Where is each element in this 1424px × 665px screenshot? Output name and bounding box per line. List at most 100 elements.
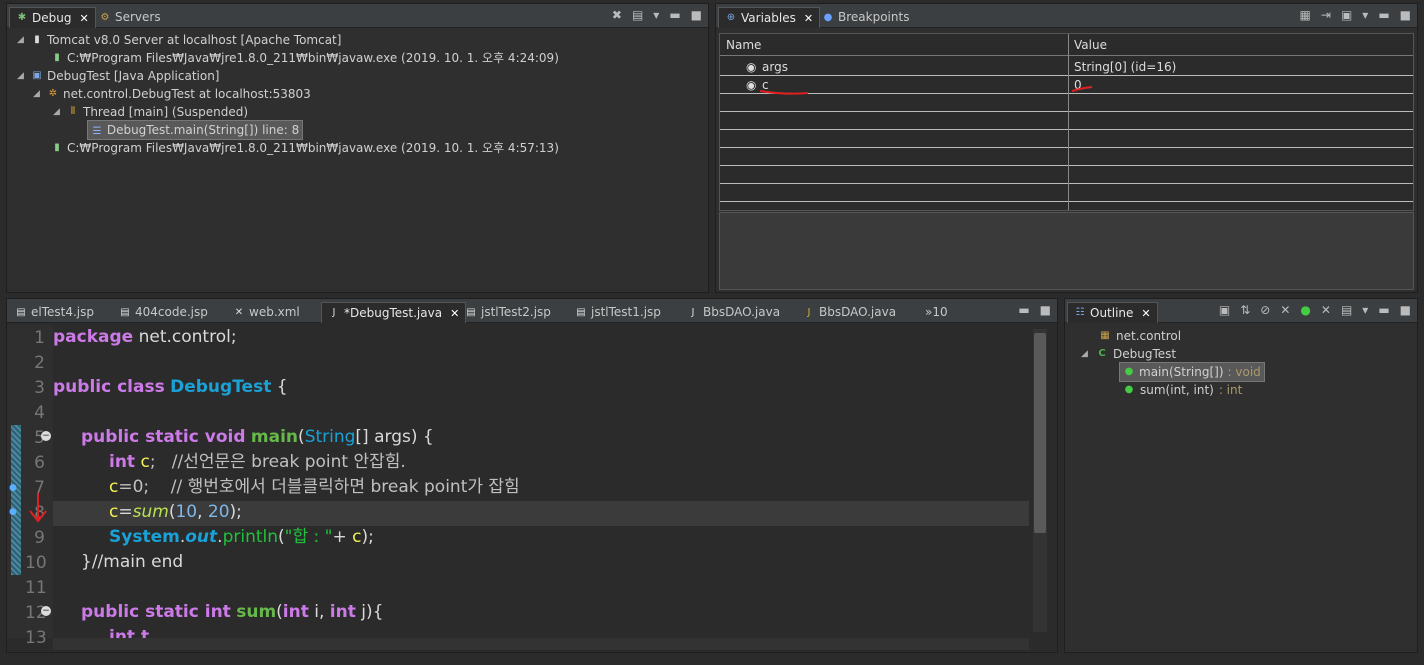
maximize-icon[interactable]: ■ <box>1400 8 1411 22</box>
chevron-down-icon[interactable]: ▾ <box>1362 8 1368 22</box>
tree-item-tomcat[interactable]: ◢ ▮ Tomcat v8.0 Server at localhost [Apa… <box>17 31 341 49</box>
public-static-method-icon: ● <box>1124 384 1134 395</box>
tab-jstltest2[interactable]: ▤ jstlTest2.jsp <box>459 302 557 323</box>
remove-terminated-icon[interactable]: ✖ <box>612 8 622 22</box>
show-types-icon[interactable]: ▦ <box>1300 8 1311 22</box>
hide-static-icon[interactable]: ✕ <box>1280 303 1290 317</box>
tab-debug[interactable]: ✱ Debug ✕ <box>9 7 96 28</box>
vertical-scrollbar[interactable] <box>1033 329 1047 632</box>
layout-icon[interactable]: ▣ <box>1341 8 1352 22</box>
keyword: public class <box>53 377 165 397</box>
maximize-icon[interactable]: ■ <box>1400 303 1411 317</box>
collapse-icon[interactable]: ◢ <box>33 85 43 103</box>
tab-bbsdao[interactable]: J BbsDAO.java <box>681 302 786 323</box>
outline-panel: ☷ Outline ✕ ▣ ⇅ ⊘ ✕ ● ✕ ▤ ▾ ▬ ■ ▦ net.co… <box>1064 298 1418 653</box>
tab-servers[interactable]: ⚙ Servers <box>93 7 167 28</box>
tab-jstltest1[interactable]: ▤ jstlTest1.jsp <box>569 302 667 323</box>
close-icon[interactable]: ✕ <box>1141 304 1150 323</box>
collapse-icon[interactable]: ◢ <box>53 103 63 121</box>
stackframe-selected[interactable]: ☰ DebugTest.main(String[]) line: 8 <box>87 120 304 140</box>
minimize-icon[interactable]: ▬ <box>669 8 680 22</box>
tree-item-debugtest[interactable]: ◢ ▣ DebugTest [Java Application] <box>17 67 219 85</box>
tab-debugtest[interactable]: J *DebugTest.java ✕ <box>321 302 467 323</box>
close-icon[interactable]: ✕ <box>804 9 813 28</box>
scrollbar-thumb[interactable] <box>1034 333 1046 533</box>
chevron-down-icon[interactable]: ▾ <box>1362 303 1368 317</box>
collapse-all-icon[interactable]: ⇥ <box>1321 8 1331 22</box>
red-arrow-annotation <box>29 493 47 523</box>
code-text: ( <box>298 427 305 447</box>
stackframe-icon: ☰ <box>92 126 102 137</box>
line-number-gutter[interactable]: 1 2 3 4 5 6 7 8 9 10 11 12 13 − − ● ● <box>7 325 53 648</box>
code-text: ); <box>229 502 242 522</box>
keyword: public static void <box>81 427 246 447</box>
method-call: sum <box>132 502 169 522</box>
outline-item-main[interactable]: ● main(String[]) : void <box>1119 362 1265 382</box>
code-area[interactable]: package net.control; public class DebugT… <box>53 325 1029 638</box>
variable-row-c[interactable]: ◉ c 0 <box>720 76 1413 95</box>
collapse-all-icon[interactable]: ▣ <box>1219 303 1230 317</box>
line-number: 1 <box>34 328 45 348</box>
process-icon: ▮ <box>54 142 60 153</box>
column-divider[interactable] <box>1068 34 1069 210</box>
hide-local-types-icon[interactable]: ✕ <box>1321 303 1331 317</box>
variables-panel: ⊕ Variables ✕ ● Breakpoints ▦ ⇥ ▣ ▾ ▬ ■ … <box>715 3 1418 293</box>
tree-item-process-2[interactable]: ▮ C:₩Program Files₩Java₩jre1.8.0_211₩bin… <box>51 139 559 157</box>
view-menu-icon[interactable]: ▤ <box>1341 303 1352 317</box>
close-icon[interactable]: ✕ <box>79 9 88 28</box>
minimize-icon[interactable]: ▬ <box>1018 303 1029 317</box>
variables-icon: ⊕ <box>726 12 736 23</box>
breakpoint-icon[interactable]: ● <box>9 483 17 493</box>
tab-variables[interactable]: ⊕ Variables ✕ <box>718 7 821 28</box>
hide-nonpublic-icon[interactable]: ● <box>1300 303 1310 317</box>
collapse-icon[interactable]: ◢ <box>17 31 27 49</box>
tree-item-process[interactable]: ▮ C:₩Program Files₩Java₩jre1.8.0_211₩bin… <box>51 49 559 67</box>
tab-breakpoints[interactable]: ● Breakpoints <box>816 7 915 28</box>
outline-item-class[interactable]: ◢ C DebugTest <box>1081 345 1176 363</box>
tree-item-thread[interactable]: ◢ ⫴ Thread [main] (Suspended) <box>53 103 248 121</box>
tree-item-stackframe[interactable]: ☰ DebugTest.main(String[]) line: 8 <box>87 120 304 140</box>
variable: c <box>109 502 119 522</box>
tab-overflow[interactable]: »10 <box>919 302 954 323</box>
tab-label: BbsDAO.java <box>819 305 897 319</box>
outline-item-package[interactable]: ▦ net.control <box>1099 327 1181 345</box>
code-line-1: package net.control; <box>53 325 237 350</box>
variable-row-args[interactable]: ◉ args String[0] (id=16) <box>720 58 1413 76</box>
breakpoint-icon[interactable]: ● <box>9 507 17 517</box>
chevron-down-icon[interactable]: ▾ <box>653 8 659 22</box>
tree-item-vm[interactable]: ◢ ✲ net.control.DebugTest at localhost:5… <box>33 85 311 103</box>
maximize-icon[interactable]: ■ <box>1040 303 1051 317</box>
minimize-icon[interactable]: ▬ <box>1378 303 1389 317</box>
collapse-icon[interactable]: ◢ <box>17 67 27 85</box>
tab-eltest4[interactable]: ▤ elTest4.jsp <box>9 302 100 323</box>
tab-404code[interactable]: ▤ 404code.jsp <box>113 302 214 323</box>
header-value[interactable]: Value <box>1074 38 1107 52</box>
collapse-icon[interactable]: ◢ <box>1081 345 1091 363</box>
line-number: 3 <box>34 378 45 398</box>
fold-collapse-icon[interactable]: − <box>41 431 51 441</box>
variable: c <box>352 527 362 547</box>
variable: c <box>135 452 150 472</box>
variable: c <box>109 477 119 497</box>
fold-collapse-icon[interactable]: − <box>41 606 51 616</box>
code-line-12: public static int sum(int i, int j){ <box>81 600 383 625</box>
sort-icon[interactable]: ⇅ <box>1240 303 1250 317</box>
header-name[interactable]: Name <box>726 38 761 52</box>
horizontal-scrollbar[interactable] <box>53 638 1029 650</box>
tab-breakpoints-label: Breakpoints <box>838 10 910 24</box>
outline-item-sum[interactable]: ● sum(int, int) : int <box>1123 381 1243 399</box>
maximize-icon[interactable]: ■ <box>691 8 702 22</box>
tab-webxml[interactable]: ✕ web.xml <box>227 302 306 323</box>
close-icon[interactable]: ✕ <box>450 304 459 323</box>
tab-outline[interactable]: ☷ Outline ✕ <box>1067 302 1158 323</box>
jsp-file-icon: ▤ <box>16 306 26 318</box>
tab-bbsdao-2[interactable]: J BbsDAO.java <box>797 302 902 323</box>
code-text: ); <box>361 527 374 547</box>
outline-selected[interactable]: ● main(String[]) : void <box>1119 362 1265 382</box>
minimize-icon[interactable]: ▬ <box>1378 8 1389 22</box>
view-menu-icon[interactable]: ▤ <box>632 8 643 22</box>
variable-detail-pane[interactable] <box>719 212 1414 290</box>
local-var-icon: ◉ <box>746 60 757 74</box>
debug-toolbar: ✖ ▤ ▾ ▬ ■ <box>612 8 702 22</box>
hide-fields-icon[interactable]: ⊘ <box>1260 303 1270 317</box>
